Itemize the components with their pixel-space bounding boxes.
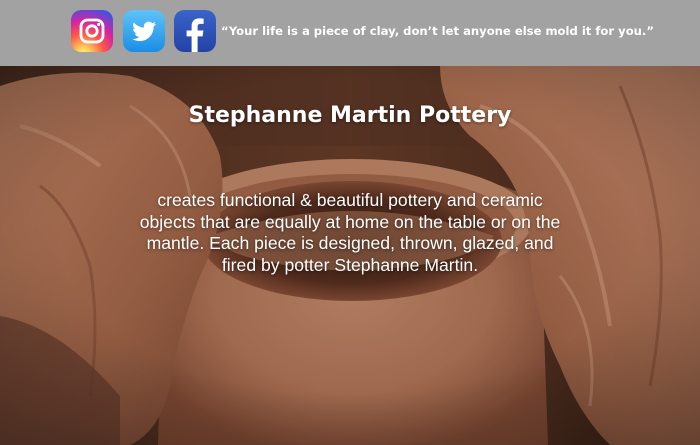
twitter-icon[interactable] <box>123 10 165 52</box>
page-title: Stephanne Martin Pottery <box>188 103 512 128</box>
top-bar: “Your life is a piece of clay, don’t let… <box>0 0 700 66</box>
facebook-icon[interactable] <box>174 10 216 52</box>
instagram-icon[interactable] <box>71 10 113 52</box>
header-quote: “Your life is a piece of clay, don’t let… <box>221 24 654 38</box>
hero-description: creates functional & beautiful pottery a… <box>139 190 561 275</box>
